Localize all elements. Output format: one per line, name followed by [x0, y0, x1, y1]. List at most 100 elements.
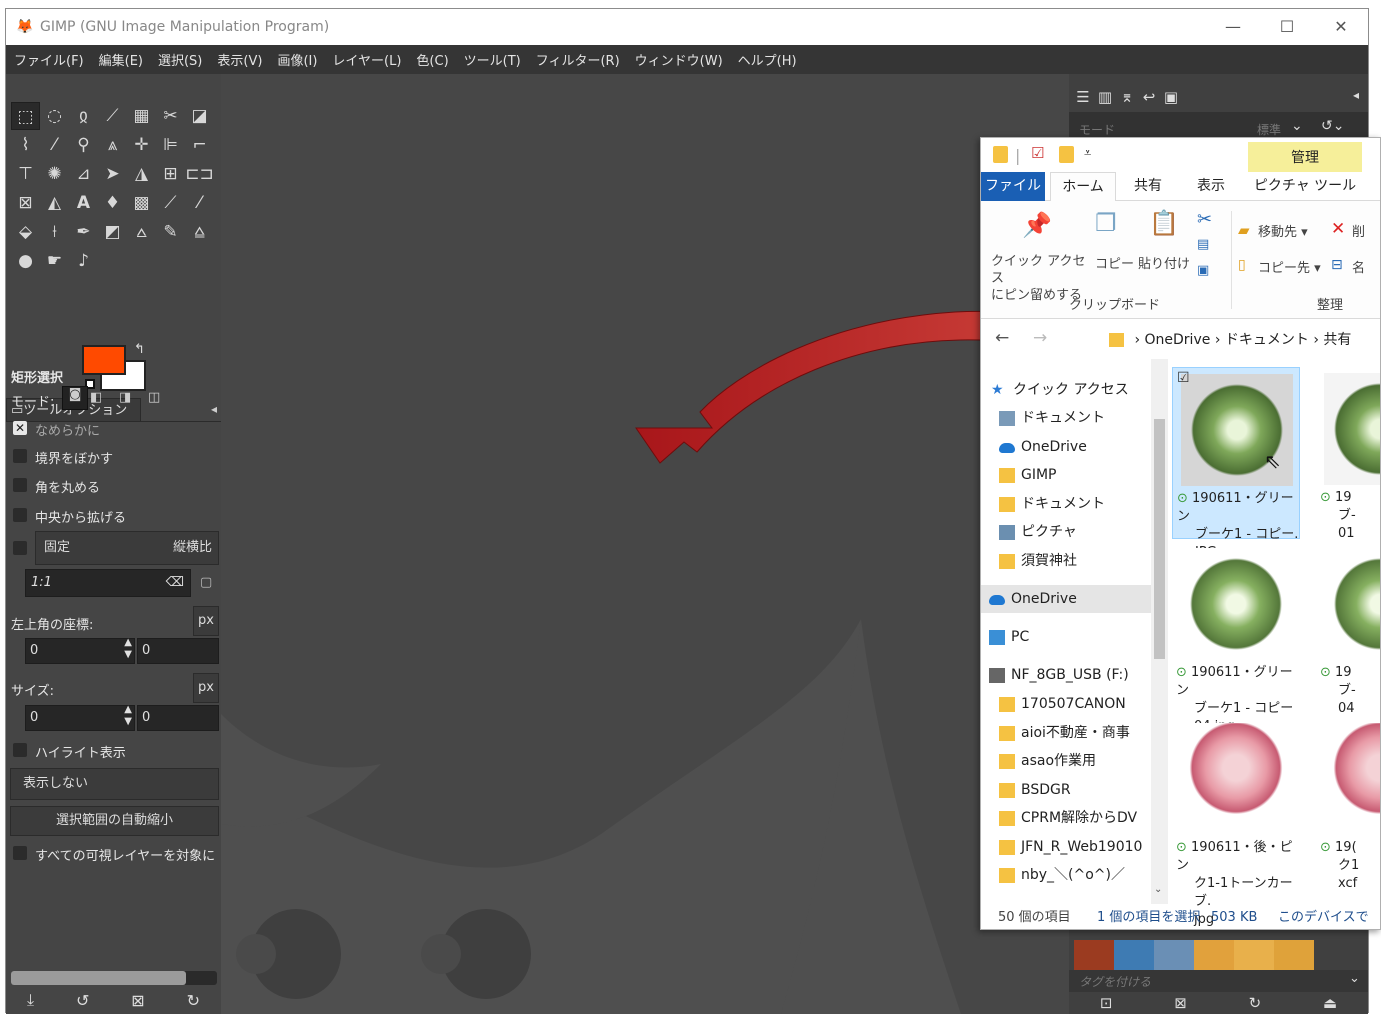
file-name-line: 190611・後・ピン: [1176, 840, 1293, 873]
nav-item-label: GIMP: [1021, 467, 1057, 483]
organize-group-label: 整理: [1317, 298, 1344, 313]
tab-share[interactable]: 共有: [1119, 172, 1177, 201]
file-name: ⊙ 19 ブ- 04: [1320, 664, 1380, 718]
file-name-line: ブーケ1 - コピー: [1194, 701, 1294, 716]
selection-size: 503 KB: [1211, 910, 1258, 925]
nav-item-label: 須賀神社: [1021, 553, 1077, 569]
file-item[interactable]: ⊙ 19(ク1 xcf: [1316, 717, 1380, 891]
new-folder-icon[interactable]: [1059, 146, 1074, 163]
move-to-label: 移動先: [1258, 225, 1298, 240]
delete-icon[interactable]: ✕: [1331, 219, 1345, 239]
move-to-button[interactable]: 移動先 ▾: [1258, 221, 1308, 240]
nav-item[interactable]: JFN_R_Web19010: [981, 833, 1151, 861]
pin-icon[interactable]: 📌: [1022, 211, 1052, 239]
paste-button[interactable]: 貼り付け: [1138, 253, 1190, 272]
qat-dropdown-icon[interactable]: ⩡: [1084, 146, 1091, 161]
scroll-down-icon[interactable]: ⌄: [1154, 884, 1162, 895]
delete-button[interactable]: 削: [1352, 221, 1365, 240]
breadcrumb[interactable]: › OneDrive › ドキュメント › 共有: [1109, 327, 1380, 353]
copy-to-label: コピー先: [1258, 261, 1311, 276]
tab-file[interactable]: ファイル: [981, 172, 1045, 201]
nav-item[interactable]: OneDrive: [981, 585, 1151, 613]
nav-item-label: BSDGR: [1021, 782, 1071, 798]
sync-status-icon: ⊙: [1176, 840, 1192, 855]
file-name-line: 19: [1335, 665, 1352, 680]
copy-icon[interactable]: ❐: [1095, 209, 1117, 237]
nav-item[interactable]: NF_8GB_USB (F:): [981, 661, 1151, 689]
ribbon: 📌 クイック アクセス にピン留めする ❐ コピー 📋 貼り付け ✂ ▤ ▣ ク…: [981, 201, 1380, 319]
scrollbar-thumb[interactable]: [1154, 419, 1165, 659]
rename-icon[interactable]: ⊟: [1331, 257, 1343, 273]
nav-item[interactable]: ドキュメント: [981, 404, 1151, 432]
tab-view[interactable]: 表示: [1182, 172, 1240, 201]
copy-button[interactable]: コピー: [1095, 253, 1134, 272]
paste-shortcut-icon[interactable]: ▣: [1197, 263, 1209, 278]
file-item[interactable]: ☑⊙ 190611・グリーンブーケ1 - コピー.JPG: [1172, 367, 1300, 560]
nav-item[interactable]: CPRM解除からDV: [981, 804, 1151, 832]
file-thumbnail: [1180, 723, 1292, 835]
folder-icon: [999, 697, 1015, 712]
sync-status-icon: ⊙: [1320, 490, 1336, 505]
properties-icon[interactable]: ☑: [1031, 144, 1044, 162]
file-thumbnail: [1324, 373, 1380, 485]
star-icon: ★: [991, 382, 1004, 398]
file-item[interactable]: ⊙ 190611・グリーンブーケ1 - コピー04.jpg: [1172, 542, 1300, 734]
cloud-icon: [999, 443, 1015, 453]
sync-status-icon: ⊙: [1320, 840, 1336, 855]
nav-item[interactable]: aioi不動産・商事: [981, 719, 1151, 747]
ribbon-tabs: ファイル ホーム 共有 表示 ピクチャ ツール: [981, 172, 1380, 201]
rename-button[interactable]: 名: [1352, 257, 1365, 276]
availability-status: このデバイスで使: [1278, 910, 1369, 925]
breadcrumb-onedrive[interactable]: OneDrive: [1145, 332, 1211, 348]
file-item[interactable]: ⊙ 19 ブ- 01: [1316, 367, 1380, 541]
paste-icon[interactable]: 📋: [1149, 209, 1179, 237]
nav-item[interactable]: 須賀神社: [981, 547, 1151, 575]
file-item[interactable]: ⊙ 19 ブ- 04: [1316, 542, 1380, 716]
folder-icon: [999, 554, 1015, 569]
file-item[interactable]: ⊙ 190611・後・ピン ク1-1トーンカーブ. jpg: [1172, 717, 1300, 927]
nav-item[interactable]: ドキュメント: [981, 490, 1151, 518]
navigation-scrollbar[interactable]: ⌄: [1151, 359, 1168, 904]
nav-item[interactable]: BSDGR: [981, 776, 1151, 804]
folder-icon[interactable]: [993, 146, 1008, 163]
nav-item[interactable]: 170507CANON: [981, 690, 1151, 718]
breadcrumb-shared[interactable]: 共有: [1323, 332, 1351, 348]
sync-status-icon: ⊙: [1320, 665, 1336, 680]
document-icon: [999, 411, 1015, 426]
file-name: ⊙ 19(ク1 xcf: [1320, 839, 1380, 893]
ribbon-context-label: 管理: [1248, 142, 1362, 172]
breadcrumb-documents[interactable]: ドキュメント: [1225, 332, 1309, 348]
copy-path-icon[interactable]: ▤: [1197, 237, 1209, 252]
tab-picture-tools[interactable]: ピクチャ ツール: [1248, 172, 1362, 201]
nav-item-label: aioi不動産・商事: [1021, 725, 1130, 741]
nav-item[interactable]: PC: [981, 623, 1151, 651]
pictures-icon: [999, 525, 1015, 540]
forward-icon[interactable]: →: [1033, 328, 1047, 348]
nav-item[interactable]: ★ クイック アクセス: [981, 376, 1151, 404]
copy-to-icon[interactable]: ▯: [1238, 257, 1246, 273]
nav-item[interactable]: nby_＼(^o^)／: [981, 861, 1151, 889]
nav-item[interactable]: GIMP: [981, 461, 1151, 489]
nav-item-label: ドキュメント: [1021, 496, 1105, 512]
nav-item[interactable]: asao作業用: [981, 747, 1151, 775]
nav-item[interactable]: ピクチャ: [981, 518, 1151, 546]
move-to-icon[interactable]: ▰: [1238, 221, 1250, 239]
copy-to-button[interactable]: コピー先 ▾: [1258, 257, 1321, 276]
cut-icon[interactable]: ✂: [1197, 209, 1212, 230]
file-thumbnail: [1324, 548, 1380, 660]
selection-checkbox-icon[interactable]: ☑: [1177, 370, 1190, 386]
tab-home[interactable]: ホーム: [1050, 172, 1116, 201]
file-name-line: 04: [1338, 701, 1355, 716]
folder-icon: [999, 497, 1015, 512]
file-name-line: xcf: [1338, 876, 1358, 891]
separator: |: [1015, 146, 1021, 165]
breadcrumb-separator: ›: [1134, 332, 1141, 348]
usb-icon: [989, 668, 1005, 683]
selection-count: 1 個の項目を選択: [1097, 910, 1201, 925]
back-icon[interactable]: ←: [995, 328, 1009, 348]
nav-item[interactable]: OneDrive: [981, 433, 1151, 461]
file-explorer-window: | ☑ ⩡ 管理 ファイル ホーム 共有 表示 ピクチャ ツール 📌 クイック …: [980, 137, 1381, 930]
item-count: 50 個の項目: [998, 910, 1071, 925]
nav-item-label: 170507CANON: [1021, 696, 1126, 712]
file-thumbnail: [1180, 548, 1292, 660]
